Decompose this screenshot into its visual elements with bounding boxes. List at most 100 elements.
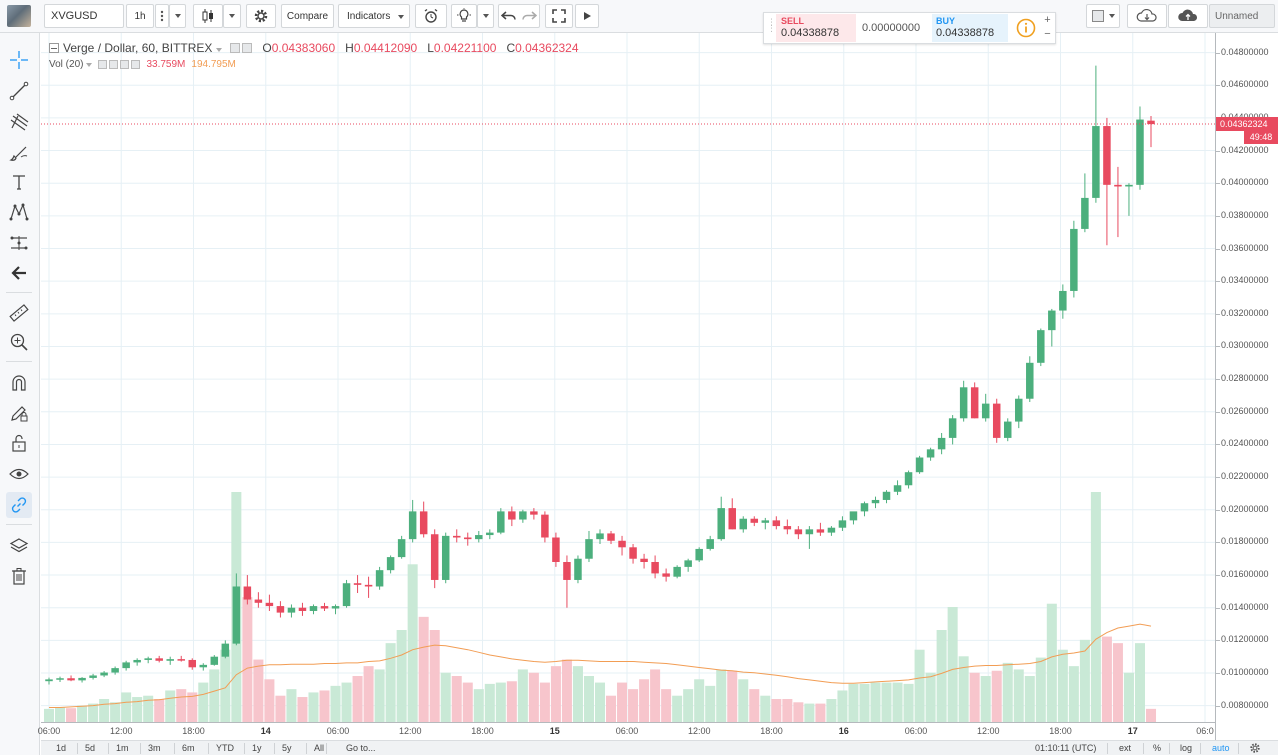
volume-bar: [154, 699, 165, 722]
prediction-tool[interactable]: [6, 230, 32, 256]
log-scale-toggle[interactable]: log: [1180, 743, 1192, 753]
candle-body: [122, 662, 130, 669]
ideas-button[interactable]: [451, 4, 477, 28]
redo-icon[interactable]: [521, 9, 537, 23]
lock-drawings-button[interactable]: [6, 430, 32, 456]
candle: [166, 656, 174, 665]
range-button-1d[interactable]: 1d: [56, 743, 66, 753]
delete-drawings-button[interactable]: [6, 563, 32, 589]
time-axis[interactable]: 06:00 12:00 18:00 14 06:00 12:00 18:00 15 06:00 1…: [38, 722, 1215, 740]
drag-handle-icon[interactable]: ⋮ ⋮: [767, 18, 776, 39]
undo-icon[interactable]: [501, 9, 517, 23]
candle-body: [188, 659, 197, 668]
text-tool[interactable]: [6, 169, 32, 195]
candle: [937, 433, 946, 455]
candle: [882, 490, 891, 504]
magnet-mode-button[interactable]: [6, 370, 32, 396]
volume-bar: [958, 656, 969, 722]
scale-settings-icon[interactable]: [1249, 742, 1261, 754]
volume-bar: [506, 681, 517, 722]
compare-button[interactable]: Compare: [281, 4, 334, 28]
order-panel: ⋮ ⋮ SELL 0.04338878 0.00000000 BUY 0.0433…: [763, 12, 1056, 44]
layout-name-button[interactable]: Unnamed: [1209, 4, 1275, 28]
collapse-legend-icon[interactable]: [49, 43, 59, 53]
range-button-6m[interactable]: 6m: [182, 743, 195, 753]
alert-button[interactable]: [415, 4, 447, 28]
extended-hours-toggle[interactable]: ext: [1119, 743, 1131, 753]
indicators-button[interactable]: Indicators: [338, 4, 410, 28]
price-tick-label: 0.01600000: [1221, 569, 1269, 580]
volume-bar: [628, 689, 639, 722]
percent-scale-toggle[interactable]: %: [1153, 743, 1161, 753]
series-settings-icon[interactable]: [242, 43, 253, 53]
crosshair-tool[interactable]: [6, 47, 32, 73]
volume-add-icon[interactable]: [120, 60, 130, 69]
hide-drawings-button[interactable]: [6, 461, 32, 487]
measure-tool[interactable]: [6, 300, 32, 326]
candle-body: [519, 511, 527, 520]
volume-menu-icon[interactable]: [86, 59, 93, 70]
candle: [210, 655, 219, 666]
volume-remove-icon[interactable]: [131, 60, 141, 69]
collapse-order-button[interactable]: −: [1040, 28, 1055, 42]
utc-clock[interactable]: 01:10:11 (UTC): [1035, 743, 1096, 753]
sync-drawings-button[interactable]: [6, 492, 32, 518]
chart-style-button[interactable]: [193, 4, 223, 28]
load-layout-button[interactable]: [1127, 4, 1167, 28]
volume-bar: [1046, 603, 1057, 722]
volume-bar: [66, 708, 77, 722]
range-button-all[interactable]: All: [314, 743, 324, 753]
volume-settings-icon[interactable]: [109, 60, 119, 69]
candle: [100, 671, 108, 678]
zoom-in-tool[interactable]: [6, 329, 32, 355]
volume-bar: [319, 690, 330, 722]
range-button-5y[interactable]: 5y: [282, 743, 292, 753]
time-tick-label: 06:00: [615, 726, 639, 736]
pitchfork-tool[interactable]: [6, 109, 32, 135]
info-icon[interactable]: [1016, 18, 1036, 38]
time-tick-label: 16: [838, 726, 849, 736]
candle-body: [342, 583, 351, 607]
range-button-1m[interactable]: 1m: [116, 743, 129, 753]
range-button-5d[interactable]: 5d: [85, 743, 95, 753]
interval-dropdown-icon[interactable]: [169, 4, 186, 28]
price-tick-label: 0.03800000: [1221, 209, 1269, 220]
user-avatar[interactable]: [7, 5, 31, 27]
volume-hide-icon[interactable]: [98, 60, 108, 69]
settings-button[interactable]: [246, 4, 276, 28]
volume-bar: [121, 692, 132, 722]
ideas-dropdown-icon[interactable]: [477, 4, 494, 28]
price-chart[interactable]: [41, 33, 1215, 722]
auto-scale-toggle[interactable]: auto: [1212, 743, 1230, 753]
crosshair-icon: [10, 51, 28, 69]
chart-style-dropdown-icon[interactable]: [223, 4, 241, 28]
remove-drawings-button[interactable]: [6, 260, 32, 286]
price-tick-mark: [1216, 542, 1220, 544]
pattern-tool[interactable]: [6, 199, 32, 225]
sell-button[interactable]: SELL 0.04338878: [776, 14, 856, 42]
range-button-1y[interactable]: 1y: [252, 743, 262, 753]
range-button-3m[interactable]: 3m: [148, 743, 161, 753]
candle: [298, 602, 307, 616]
replay-button[interactable]: [575, 4, 599, 28]
expand-order-button[interactable]: +: [1040, 14, 1055, 28]
time-tick-label: 06:00: [904, 726, 928, 736]
price-axis[interactable]: 0.048000000.046000000.044000000.04200000…: [1215, 33, 1278, 740]
buy-button[interactable]: BUY 0.04338878: [932, 14, 1008, 42]
save-layout-button[interactable]: [1168, 4, 1208, 28]
more-intervals-icon[interactable]: [155, 4, 169, 28]
volume-bar: [451, 676, 462, 722]
range-button-ytd[interactable]: YTD: [216, 743, 234, 753]
stay-in-drawing-mode-button[interactable]: [6, 400, 32, 426]
fullscreen-button[interactable]: [545, 4, 573, 28]
interval-button[interactable]: 1h: [126, 4, 154, 28]
object-tree-button[interactable]: [6, 533, 32, 559]
trend-line-tool[interactable]: [6, 78, 32, 104]
series-menu-icon[interactable]: [216, 41, 223, 55]
brush-tool[interactable]: [6, 140, 32, 166]
layout-select-button[interactable]: [1086, 4, 1120, 28]
chart-pane[interactable]: Verge / Dollar, 60, BITTREX O 0.04383060 …: [41, 33, 1215, 740]
symbol-search-input[interactable]: XVGUSD: [44, 4, 124, 28]
go-to-button[interactable]: Go to...: [346, 743, 376, 753]
hide-series-icon[interactable]: [230, 43, 241, 53]
